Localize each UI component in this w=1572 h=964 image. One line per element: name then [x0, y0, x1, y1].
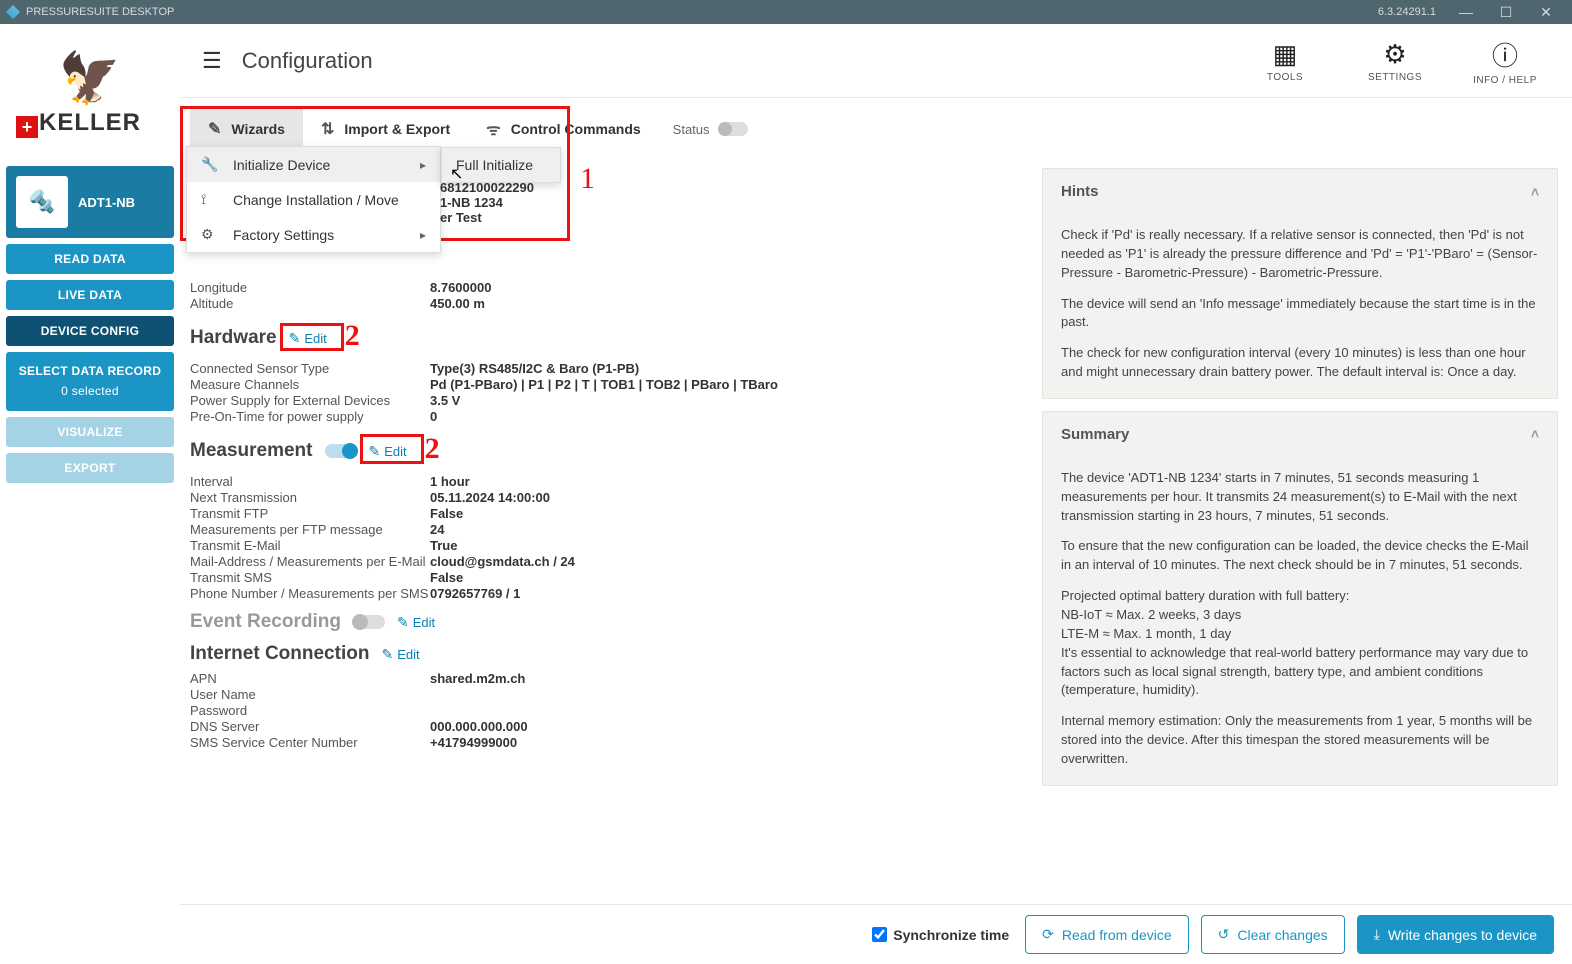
- tab-control-commands[interactable]: ᯤ Control Commands: [468, 108, 659, 150]
- hints-panel: Hints ˄ Check if 'Pd' is really necessar…: [1042, 168, 1558, 399]
- summary-title: Summary: [1061, 426, 1129, 443]
- app-logo-icon: [6, 5, 20, 19]
- close-button[interactable]: ✕: [1526, 4, 1566, 21]
- dropdown-initialize-device[interactable]: 🔧 Initialize Device ▸: [187, 147, 440, 182]
- pencil-icon: ✎: [381, 646, 393, 663]
- wrench-icon: 🔧: [201, 156, 217, 173]
- internet-edit-button[interactable]: ✎ Edit: [381, 646, 419, 663]
- menu-icon[interactable]: ☰: [202, 48, 222, 74]
- chevron-right-icon: ▸: [420, 158, 426, 172]
- wand-icon: ✎: [208, 119, 221, 139]
- summary-p4: Internal memory estimation: Only the mea…: [1061, 712, 1539, 769]
- chevron-up-icon[interactable]: ˄: [1531, 426, 1539, 442]
- brand-name: KELLER: [39, 109, 141, 137]
- event-recording-title: Event Recording: [190, 611, 341, 633]
- clear-changes-button[interactable]: ↺ Clear changes: [1201, 915, 1345, 954]
- maximize-button[interactable]: ☐: [1486, 4, 1526, 21]
- brand-logo: 🦅 + KELLER: [6, 30, 174, 160]
- event-recording-toggle[interactable]: [353, 615, 385, 629]
- visualize-button[interactable]: VISUALIZE: [6, 417, 174, 447]
- wizards-dropdown: 🔧 Initialize Device ▸ ⟟ Change Installat…: [186, 146, 441, 253]
- device-thumb-icon: 🔩: [16, 176, 68, 228]
- live-data-button[interactable]: LIVE DATA: [6, 280, 174, 310]
- note-fragment: er Test: [440, 210, 534, 225]
- select-data-record-button[interactable]: SELECT DATA RECORD 0 selected: [6, 352, 174, 411]
- gear-icon: ⚙: [1383, 39, 1406, 70]
- location-icon: ⟟: [201, 191, 217, 208]
- device-name: ADT1-NB: [78, 195, 135, 210]
- write-changes-button[interactable]: ⤓ Write changes to device: [1357, 915, 1554, 954]
- swiss-plus-icon: +: [16, 116, 38, 138]
- minimize-button[interactable]: ―: [1446, 4, 1486, 20]
- help-button[interactable]: ⓘ INFO / HELP: [1460, 36, 1550, 86]
- summary-p2: To ensure that the new configuration can…: [1061, 537, 1539, 575]
- chevron-up-icon[interactable]: ˄: [1531, 184, 1539, 200]
- tab-wizards[interactable]: ✎ Wizards: [190, 109, 303, 149]
- longitude-value: 8.7600000: [430, 280, 1026, 295]
- wifi-icon: ᯤ: [486, 118, 501, 140]
- tab-import-export[interactable]: ⇅ Import & Export: [303, 109, 468, 149]
- dropdown-factory-settings[interactable]: ⚙ Factory Settings ▸: [187, 217, 440, 252]
- gears-icon: ⚙: [201, 226, 217, 243]
- hints-p2: The device will send an 'Info message' i…: [1061, 295, 1539, 333]
- device-card[interactable]: 🔩 ADT1-NB: [6, 166, 174, 238]
- hints-p3: The check for new configuration interval…: [1061, 344, 1539, 382]
- settings-button[interactable]: ⚙ SETTINGS: [1350, 39, 1440, 83]
- annotation-number-2b: 2: [425, 432, 440, 466]
- pencil-icon: ✎: [289, 330, 301, 347]
- bird-icon: 🦅: [59, 53, 121, 103]
- pencil-icon: ✎: [397, 614, 409, 631]
- info-icon: ⓘ: [1492, 36, 1518, 73]
- summary-p3: Projected optimal battery duration with …: [1061, 587, 1539, 700]
- app-title: PRESSURESUITE DESKTOP: [26, 6, 174, 18]
- tools-icon: ▦: [1273, 39, 1298, 70]
- version-label: 6.3.24291.1: [1378, 6, 1436, 18]
- hints-title: Hints: [1061, 183, 1099, 200]
- status-toggle[interactable]: [718, 122, 748, 136]
- hardware-title: Hardware: [190, 327, 277, 349]
- event-recording-edit-button[interactable]: ✎ Edit: [397, 614, 435, 631]
- serial-fragment: 6812100022290: [440, 180, 534, 195]
- sync-time-input[interactable]: [872, 927, 887, 942]
- device-config-button[interactable]: DEVICE CONFIG: [6, 316, 174, 346]
- synchronize-time-checkbox[interactable]: Synchronize time: [872, 927, 1009, 943]
- hardware-edit-button[interactable]: ✎ Edit: [289, 330, 327, 347]
- longitude-label: Longitude: [190, 280, 430, 295]
- page-title: Configuration: [242, 48, 373, 74]
- summary-panel: Summary ˄ The device 'ADT1-NB 1234' star…: [1042, 411, 1558, 786]
- measurement-edit-button[interactable]: ✎ Edit: [369, 443, 407, 460]
- hints-p1: Check if 'Pd' is really necessary. If a …: [1061, 226, 1539, 283]
- tools-button[interactable]: ▦ TOOLS: [1240, 39, 1330, 83]
- select-data-record-label: SELECT DATA RECORD: [19, 364, 162, 378]
- read-from-device-button[interactable]: ⟳ Read from device: [1025, 915, 1188, 954]
- selected-count-label: 0 selected: [10, 384, 170, 400]
- export-button[interactable]: EXPORT: [6, 453, 174, 483]
- name-fragment: 1-NB 1234: [440, 195, 534, 210]
- status-label: Status: [673, 122, 710, 137]
- summary-p1: The device 'ADT1-NB 1234' starts in 7 mi…: [1061, 469, 1539, 526]
- refresh-icon: ⟳: [1042, 926, 1054, 943]
- internet-title: Internet Connection: [190, 643, 369, 665]
- dropdown-change-installation[interactable]: ⟟ Change Installation / Move: [187, 182, 440, 217]
- measurement-toggle[interactable]: [325, 444, 357, 458]
- annotation-number-2a: 2: [345, 319, 360, 353]
- altitude-label: Altitude: [190, 296, 430, 311]
- write-icon: ⤓: [1374, 926, 1380, 943]
- altitude-value: 450.00 m: [430, 296, 1026, 311]
- pencil-icon: ✎: [369, 443, 381, 460]
- read-data-button[interactable]: READ DATA: [6, 244, 174, 274]
- undo-icon: ↺: [1218, 926, 1230, 943]
- import-export-icon: ⇅: [321, 119, 334, 139]
- measurement-title: Measurement: [190, 440, 313, 462]
- chevron-right-icon: ▸: [420, 228, 426, 242]
